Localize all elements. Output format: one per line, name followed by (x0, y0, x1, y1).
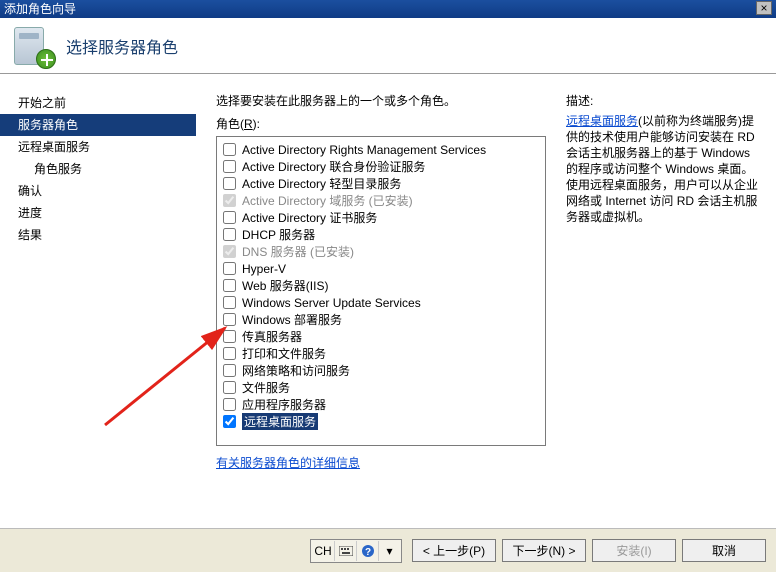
role-checkbox[interactable] (223, 415, 236, 428)
more-info-link[interactable]: 有关服务器角色的详细信息 (216, 454, 360, 471)
description-body: (以前称为终端服务)提供的技术使用户能够访问安装在 RD 会话主机服务器上的基于… (566, 114, 758, 224)
role-label: Windows Server Update Services (242, 296, 421, 310)
window-title: 添加角色向导 (4, 0, 76, 18)
roles-listbox[interactable]: Active Directory Rights Management Servi… (216, 136, 546, 446)
role-label: 网络策略和访问服务 (242, 362, 350, 379)
wizard-icon (12, 25, 54, 67)
role-item[interactable]: 网络策略和访问服务 (219, 362, 543, 379)
role-checkbox[interactable] (223, 177, 236, 190)
role-checkbox[interactable] (223, 330, 236, 343)
role-checkbox[interactable] (223, 381, 236, 394)
role-checkbox[interactable] (223, 313, 236, 326)
role-label: DNS 服务器 (已安装) (242, 243, 354, 260)
close-button[interactable]: × (756, 1, 772, 15)
role-item[interactable]: Active Directory Rights Management Servi… (219, 141, 543, 158)
page-title: 选择服务器角色 (66, 34, 178, 58)
description-title: 描述: (566, 92, 760, 109)
role-checkbox[interactable] (223, 228, 236, 241)
role-label: 打印和文件服务 (242, 345, 326, 362)
role-label: Active Directory 联合身份验证服务 (242, 158, 425, 175)
role-checkbox (223, 245, 236, 258)
wizard-footer: CH ? ▾ < 上一步(P) 下一步(N) > 安装(I) 取消 (0, 528, 776, 572)
role-label: 应用程序服务器 (242, 396, 326, 413)
sidebar-step[interactable]: 开始之前 (0, 92, 196, 114)
role-label: Hyper-V (242, 262, 286, 276)
ime-toolbar: CH ? ▾ (310, 539, 402, 563)
role-label: Active Directory Rights Management Servi… (242, 143, 486, 157)
role-item[interactable]: Active Directory 轻型目录服务 (219, 175, 543, 192)
chevron-down-icon[interactable]: ▾ (378, 541, 400, 561)
svg-text:?: ? (364, 547, 370, 558)
role-checkbox[interactable] (223, 211, 236, 224)
role-checkbox (223, 194, 236, 207)
sidebar-step[interactable]: 进度 (0, 202, 196, 224)
install-button[interactable]: 安装(I) (592, 539, 676, 562)
wizard-header: 选择服务器角色 (0, 18, 776, 74)
role-checkbox[interactable] (223, 279, 236, 292)
sidebar-step[interactable]: 确认 (0, 180, 196, 202)
role-label: 文件服务 (242, 379, 290, 396)
role-item[interactable]: Windows Server Update Services (219, 294, 543, 311)
role-item[interactable]: Active Directory 证书服务 (219, 209, 543, 226)
cancel-button[interactable]: 取消 (682, 539, 766, 562)
description-text: 远程桌面服务(以前称为终端服务)提供的技术使用户能够访问安装在 RD 会话主机服… (566, 113, 760, 225)
title-bar: 添加角色向导 × (0, 0, 776, 18)
role-checkbox[interactable] (223, 143, 236, 156)
role-label: Windows 部署服务 (242, 311, 342, 328)
role-item[interactable]: Active Directory 联合身份验证服务 (219, 158, 543, 175)
roles-label: 角色(R): (216, 115, 556, 132)
role-checkbox[interactable] (223, 262, 236, 275)
role-item: Active Directory 域服务 (已安装) (219, 192, 543, 209)
role-item[interactable]: 打印和文件服务 (219, 345, 543, 362)
sidebar-step[interactable]: 服务器角色 (0, 114, 196, 136)
role-item[interactable]: 应用程序服务器 (219, 396, 543, 413)
role-label: 远程桌面服务 (242, 413, 318, 430)
role-item: DNS 服务器 (已安装) (219, 243, 543, 260)
role-checkbox[interactable] (223, 296, 236, 309)
next-button[interactable]: 下一步(N) > (502, 539, 586, 562)
help-icon[interactable]: ? (356, 541, 378, 561)
role-item[interactable]: Windows 部署服务 (219, 311, 543, 328)
role-label: Active Directory 轻型目录服务 (242, 175, 401, 192)
role-checkbox[interactable] (223, 347, 236, 360)
role-item[interactable]: 文件服务 (219, 379, 543, 396)
prev-button[interactable]: < 上一步(P) (412, 539, 496, 562)
role-checkbox[interactable] (223, 160, 236, 173)
role-item[interactable]: Web 服务器(IIS) (219, 277, 543, 294)
role-label: Active Directory 证书服务 (242, 209, 377, 226)
sidebar-step[interactable]: 角色服务 (0, 158, 196, 180)
role-checkbox[interactable] (223, 398, 236, 411)
wizard-steps-sidebar: 开始之前服务器角色远程桌面服务角色服务确认进度结果 (0, 74, 196, 528)
role-label: Web 服务器(IIS) (242, 277, 328, 294)
role-item[interactable]: Hyper-V (219, 260, 543, 277)
role-label: 传真服务器 (242, 328, 302, 345)
sidebar-step[interactable]: 远程桌面服务 (0, 136, 196, 158)
description-link[interactable]: 远程桌面服务 (566, 114, 638, 128)
role-label: Active Directory 域服务 (已安装) (242, 192, 413, 209)
role-item[interactable]: 远程桌面服务 (219, 413, 543, 430)
role-label: DHCP 服务器 (242, 226, 315, 243)
keyboard-icon[interactable] (334, 541, 356, 561)
role-checkbox[interactable] (223, 364, 236, 377)
sidebar-step[interactable]: 结果 (0, 224, 196, 246)
ime-lang-button[interactable]: CH (312, 541, 334, 561)
instruction-text: 选择要安装在此服务器上的一个或多个角色。 (216, 92, 556, 109)
role-item[interactable]: DHCP 服务器 (219, 226, 543, 243)
role-item[interactable]: 传真服务器 (219, 328, 543, 345)
